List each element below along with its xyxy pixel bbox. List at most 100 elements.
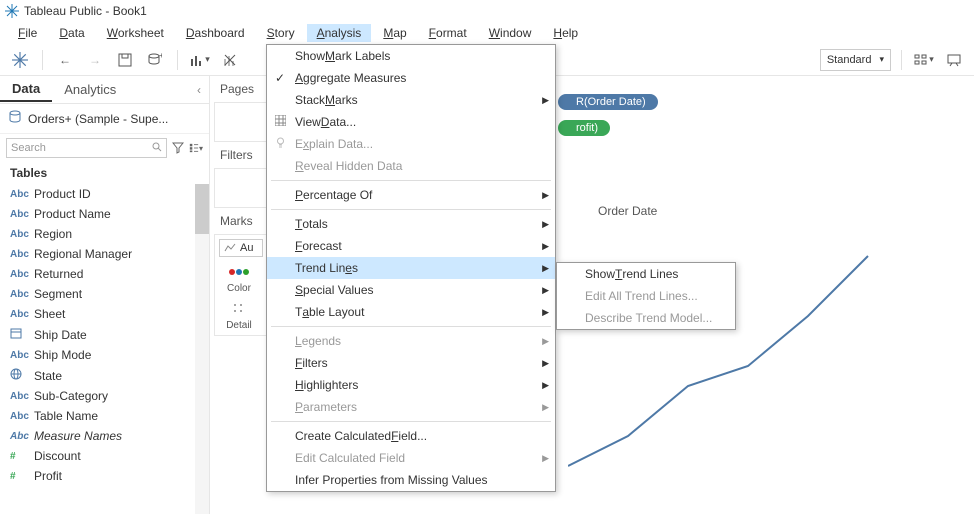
- scrollbar[interactable]: [195, 184, 209, 514]
- menu-item-show-mark-labels[interactable]: Show Mark Labels: [267, 45, 555, 67]
- submenu-arrow-icon: ▶: [542, 241, 549, 252]
- database-icon: [8, 110, 22, 127]
- menu-item-parameters: Parameters▶: [267, 396, 555, 418]
- menu-worksheet[interactable]: Worksheet: [97, 24, 174, 42]
- field-product-name[interactable]: AbcProduct Name: [0, 204, 209, 224]
- field-sheet[interactable]: AbcSheet: [0, 304, 209, 324]
- field-type-icon: Abc: [10, 269, 28, 280]
- submenu-arrow-icon: ▶: [542, 285, 549, 296]
- new-worksheet-button[interactable]: ▾: [188, 48, 212, 72]
- menu-item-totals[interactable]: Totals▶: [267, 213, 555, 235]
- menu-window[interactable]: Window: [479, 24, 542, 42]
- submenu-item-show-trend-lines[interactable]: Show Trend Lines: [557, 263, 735, 285]
- fit-dropdown[interactable]: Standard ▾: [820, 49, 891, 71]
- menu-item-aggregate-measures[interactable]: ✓Aggregate Measures: [267, 67, 555, 89]
- field-regional-manager[interactable]: AbcRegional Manager: [0, 244, 209, 264]
- submenu-arrow-icon: ▶: [542, 336, 549, 347]
- menu-item-percentage-of[interactable]: Percentage Of▶: [267, 184, 555, 206]
- field-table-name[interactable]: AbcTable Name: [0, 406, 209, 426]
- menu-item-forecast[interactable]: Forecast▶: [267, 235, 555, 257]
- menu-dashboard[interactable]: Dashboard: [176, 24, 255, 42]
- field-profit[interactable]: #Profit: [0, 466, 209, 486]
- forward-button[interactable]: →: [83, 48, 107, 72]
- field-state[interactable]: State: [0, 365, 209, 386]
- columns-pill[interactable]: R(Order Date): [558, 94, 658, 110]
- field-type-icon: Abc: [10, 391, 28, 402]
- tab-data[interactable]: Data: [0, 77, 52, 102]
- field-type-icon: Abc: [10, 350, 28, 361]
- menu-file[interactable]: File: [8, 24, 47, 42]
- menu-item-infer-properties-from-missing-values[interactable]: Infer Properties from Missing Values: [267, 469, 555, 491]
- menu-item-legends: Legends▶: [267, 330, 555, 352]
- menu-story[interactable]: Story: [257, 24, 305, 42]
- field-type-icon: Abc: [10, 289, 28, 300]
- marks-type-dropdown[interactable]: Au: [219, 239, 263, 257]
- tables-header: Tables: [0, 162, 209, 184]
- search-input[interactable]: Search: [6, 138, 167, 158]
- field-region[interactable]: AbcRegion: [0, 224, 209, 244]
- tab-analytics[interactable]: Analytics: [52, 78, 128, 101]
- field-type-icon: Abc: [10, 249, 28, 260]
- field-type-icon: [10, 327, 28, 342]
- menu-item-highlighters[interactable]: Highlighters▶: [267, 374, 555, 396]
- trend-lines-submenu: Show Trend LinesEdit All Trend Lines...D…: [556, 262, 736, 330]
- back-button[interactable]: ←: [53, 48, 77, 72]
- data-pane: Data Analytics ‹ Orders+ (Sample - Supe.…: [0, 76, 210, 514]
- view-mode-icon[interactable]: ▾: [189, 141, 203, 155]
- field-segment[interactable]: AbcSegment: [0, 284, 209, 304]
- svg-text:+: +: [159, 53, 162, 60]
- menu-item-special-values[interactable]: Special Values▶: [267, 279, 555, 301]
- marks-color-button[interactable]: Color: [219, 261, 259, 294]
- menu-format[interactable]: Format: [419, 24, 477, 42]
- collapse-pane-icon[interactable]: ‹: [197, 83, 201, 97]
- menu-item-create-calculated-field[interactable]: Create Calculated Field...: [267, 425, 555, 447]
- tableau-logo-icon[interactable]: [8, 48, 32, 72]
- marks-detail-button[interactable]: Detail: [219, 298, 259, 331]
- marks-card: Au Color Detail: [214, 234, 268, 336]
- filters-card[interactable]: [214, 168, 268, 208]
- field-sub-category[interactable]: AbcSub-Category: [0, 386, 209, 406]
- field-list: AbcProduct IDAbcProduct NameAbcRegionAbc…: [0, 184, 209, 514]
- clear-button[interactable]: [218, 48, 242, 72]
- field-measure-names[interactable]: AbcMeasure Names: [0, 426, 209, 446]
- submenu-arrow-icon: ▶: [542, 453, 549, 464]
- show-cards-button[interactable]: ▾: [912, 48, 936, 72]
- new-data-source-button[interactable]: +: [143, 48, 167, 72]
- check-icon: ✓: [275, 71, 285, 85]
- save-button[interactable]: [113, 48, 137, 72]
- field-discount[interactable]: #Discount: [0, 446, 209, 466]
- chevron-down-icon: ▾: [879, 54, 884, 65]
- field-ship-date[interactable]: Ship Date: [0, 324, 209, 345]
- menu-item-trend-lines[interactable]: Trend Lines▶: [267, 257, 555, 279]
- filters-shelf[interactable]: Filters: [214, 146, 268, 164]
- pages-card[interactable]: [214, 102, 268, 142]
- menu-data[interactable]: Data: [49, 24, 94, 42]
- tableau-logo-icon: [4, 3, 20, 19]
- filter-icon[interactable]: [171, 141, 185, 155]
- detail-icon: [219, 298, 259, 320]
- x-axis-label: Order Date: [598, 204, 657, 218]
- pages-shelf[interactable]: Pages: [214, 80, 268, 98]
- submenu-arrow-icon: ▶: [542, 263, 549, 274]
- side-tabs: Data Analytics ‹: [0, 76, 209, 104]
- field-ship-mode[interactable]: AbcShip Mode: [0, 345, 209, 365]
- menu-item-filters[interactable]: Filters▶: [267, 352, 555, 374]
- submenu-arrow-icon: ▶: [542, 307, 549, 318]
- analysis-menu: Show Mark Labels✓Aggregate MeasuresStack…: [266, 44, 556, 492]
- field-returned[interactable]: AbcReturned: [0, 264, 209, 284]
- color-icon: [219, 261, 259, 283]
- rows-pill[interactable]: rofit): [558, 120, 610, 136]
- datasource-row[interactable]: Orders+ (Sample - Supe...: [0, 104, 209, 134]
- menu-map[interactable]: Map: [373, 24, 416, 42]
- field-type-icon: Abc: [10, 209, 28, 220]
- menu-help[interactable]: Help: [543, 24, 588, 42]
- field-product-id[interactable]: AbcProduct ID: [0, 184, 209, 204]
- menu-analysis[interactable]: Analysis: [307, 24, 372, 42]
- submenu-arrow-icon: ▶: [542, 95, 549, 106]
- menu-item-table-layout[interactable]: Table Layout▶: [267, 301, 555, 323]
- menu-item-view-data[interactable]: View Data...: [267, 111, 555, 133]
- presentation-mode-button[interactable]: [942, 48, 966, 72]
- search-icon: [152, 142, 162, 155]
- menu-item-stack-marks[interactable]: Stack Marks▶: [267, 89, 555, 111]
- datasource-name: Orders+ (Sample - Supe...: [28, 112, 168, 126]
